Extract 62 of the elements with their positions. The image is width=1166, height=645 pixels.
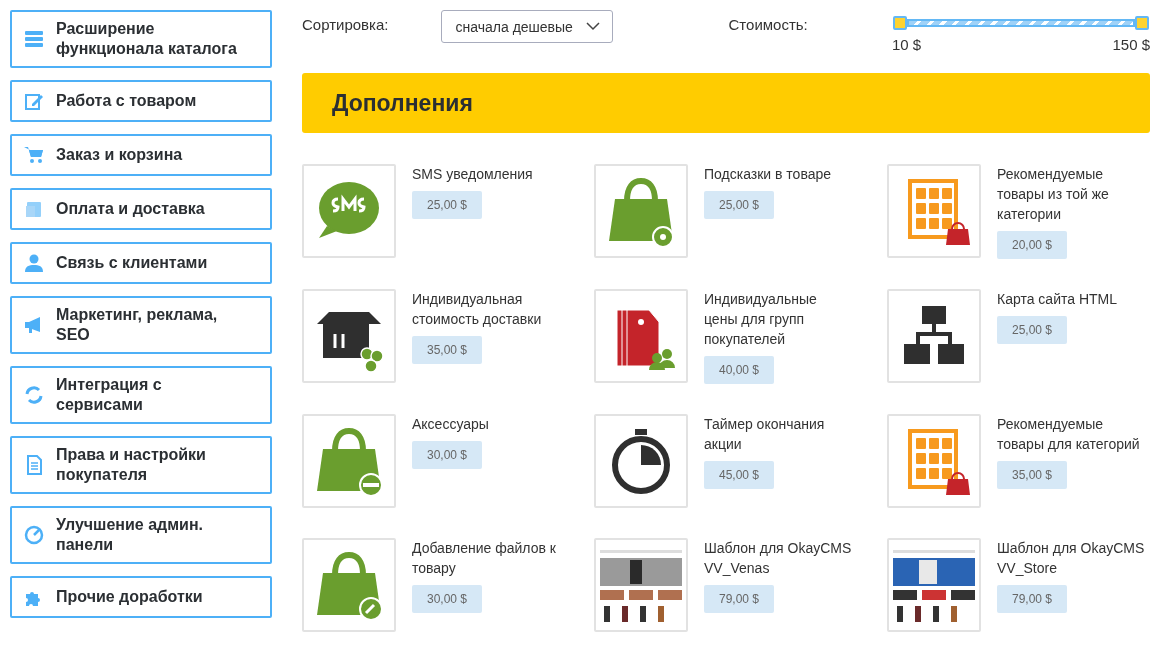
price-tag: 25,00 $ [704, 191, 774, 219]
slider-handle[interactable] [893, 16, 907, 30]
category-icon [24, 199, 44, 219]
category-icon [24, 145, 44, 165]
category-icon [24, 455, 44, 475]
product-thumbnail[interactable] [887, 164, 981, 258]
price-tag: 30,00 $ [412, 585, 482, 613]
category-icon [24, 91, 44, 111]
product-thumbnail[interactable] [302, 289, 396, 383]
sort-dropdown[interactable]: сначала дешевые [440, 10, 613, 43]
chevron-down-icon [585, 22, 600, 31]
sidebar-item[interactable]: Расширение функционала каталога [10, 10, 272, 68]
product-thumbnail[interactable] [594, 164, 688, 258]
sort-label: Сортировка: [302, 16, 389, 33]
sidebar-item[interactable]: Оплата и доставка [10, 188, 272, 230]
product-name[interactable]: Рекомендуемые товары для категорий [997, 414, 1145, 454]
product-name[interactable]: Рекомендуемые товары из той же категории [997, 164, 1145, 224]
category-icon [24, 525, 44, 545]
product-name[interactable]: SMS уведомления [412, 164, 560, 184]
sidebar-item[interactable]: Улучшение админ. панели [10, 506, 272, 564]
sidebar-item[interactable]: Маркетинг, реклама, SEO [10, 296, 272, 354]
price-label: Стоимость: [728, 16, 808, 33]
price-tag: 40,00 $ [704, 356, 774, 384]
product-thumbnail[interactable] [887, 414, 981, 508]
product-thumbnail[interactable] [302, 164, 396, 258]
section-title: Дополнения [332, 89, 473, 117]
price-tag: 79,00 $ [704, 585, 774, 613]
sidebar-item[interactable]: Работа с товаром [10, 80, 272, 122]
product-name[interactable]: Шаблон для OkayCMS VV_Venas [704, 538, 852, 578]
product-thumbnail[interactable] [594, 289, 688, 383]
product-name[interactable]: Таймер окончания акции [704, 414, 852, 454]
max-price: 150 $ [1112, 36, 1150, 53]
price-tag: 45,00 $ [704, 461, 774, 489]
sidebar-item[interactable]: Заказ и корзина [10, 134, 272, 176]
product-name[interactable]: Подсказки в товаре [704, 164, 852, 184]
category-icon [24, 385, 44, 405]
price-tag: 35,00 $ [412, 336, 482, 364]
product-name[interactable]: Карта сайта HTML [997, 289, 1145, 309]
price-tag: 35,00 $ [997, 461, 1067, 489]
product-name[interactable]: Аксессуары [412, 414, 560, 434]
price-tag: 20,00 $ [997, 231, 1067, 259]
price-tag: 79,00 $ [997, 585, 1067, 613]
price-range-slider[interactable] [893, 16, 1149, 30]
product-thumbnail[interactable] [302, 538, 396, 632]
product-name[interactable]: Индивидуальные цены для групп покупателей [704, 289, 852, 349]
slider-handle[interactable] [1135, 16, 1149, 30]
sidebar-item[interactable]: Права и настройки покупателя [10, 436, 272, 494]
sidebar-item[interactable]: Прочие доработки [10, 576, 272, 618]
sidebar-item[interactable]: Связь с клиентами [10, 242, 272, 284]
price-tag: 25,00 $ [997, 316, 1067, 344]
product-name[interactable]: Шаблон для OkayCMS VV_Store [997, 538, 1145, 578]
product-name[interactable]: Индивидуальная стоимость доставки [412, 289, 560, 329]
product-thumbnail[interactable] [302, 414, 396, 508]
sidebar-item[interactable]: Интеграция с сервисами [10, 366, 272, 424]
product-thumbnail[interactable] [887, 289, 981, 383]
price-tag: 30,00 $ [412, 441, 482, 469]
price-tag: 25,00 $ [412, 191, 482, 219]
product-thumbnail[interactable] [594, 414, 688, 508]
category-icon [24, 29, 44, 49]
product-name[interactable]: Добавление файлов к товару [412, 538, 560, 578]
min-price: 10 $ [892, 36, 922, 53]
category-icon [24, 253, 44, 273]
